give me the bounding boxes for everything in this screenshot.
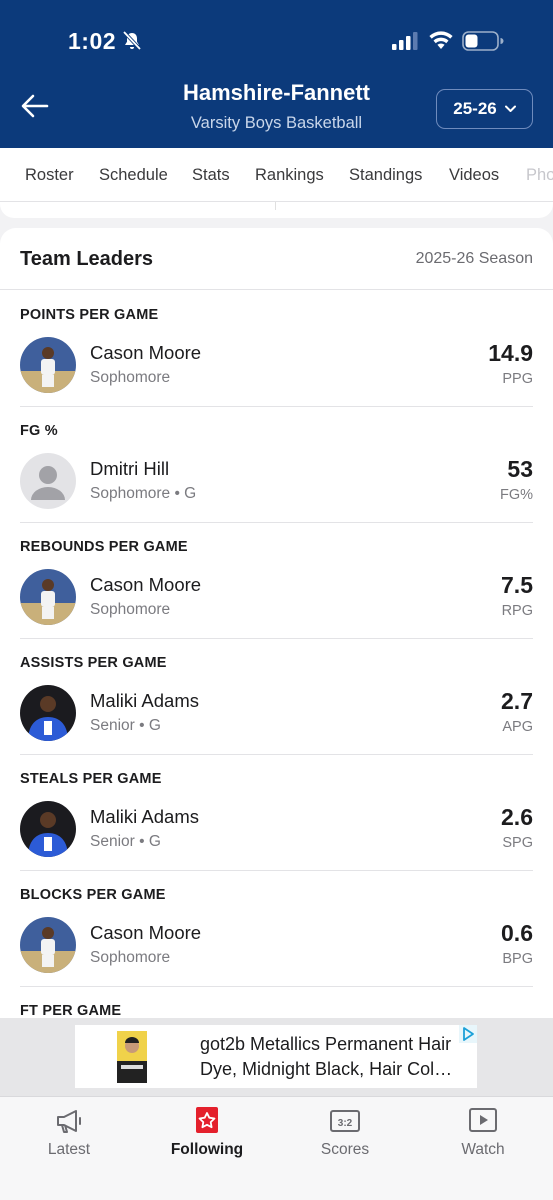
player-detail: Sophomore <box>90 369 171 386</box>
stat-value: 7.5 <box>501 572 533 598</box>
tab-schedule[interactable]: Schedule <box>99 166 168 185</box>
player-avatar <box>20 917 76 973</box>
ad-choices-icon[interactable] <box>459 1025 477 1043</box>
player-name: Maliki Adams <box>90 690 199 711</box>
chevron-down-icon <box>504 105 516 112</box>
leader-section-assists[interactable]: ASSISTS PER GAME Maliki Adams Senior • G… <box>20 639 533 755</box>
nav-latest-label: Latest <box>47 1141 91 1158</box>
nav-following[interactable]: Following <box>152 1105 262 1159</box>
tab-bar: Roster Schedule Stats Rankings Standings… <box>0 148 553 202</box>
tab-photos[interactable]: Pho <box>526 166 553 185</box>
nav-watch-label: Watch <box>461 1141 505 1158</box>
leader-section-steals[interactable]: STEALS PER GAME Maliki Adams Senior • G … <box>20 755 533 871</box>
leader-section-blocks[interactable]: BLOCKS PER GAME Cason Moore Sophomore 0.… <box>20 871 533 987</box>
tab-stats[interactable]: Stats <box>192 166 230 185</box>
card-title: Team Leaders <box>20 248 154 270</box>
status-time: 1:02 <box>68 28 117 54</box>
team-leaders-card: Team Leaders 2025-26 Season POINTS PER G… <box>0 228 553 1048</box>
star-icon <box>196 1107 218 1133</box>
stat-label: REBOUNDS PER GAME <box>20 539 188 555</box>
svg-text:3:2: 3:2 <box>338 1118 353 1129</box>
player-detail: Sophomore <box>90 601 171 618</box>
nav-scores[interactable]: 3:2 Scores <box>290 1105 400 1159</box>
scoreboard-icon: 3:2 <box>330 1110 360 1132</box>
previous-card-edge <box>0 202 553 218</box>
stat-label: FG % <box>20 423 58 439</box>
signal-icon <box>392 32 418 50</box>
stat-unit: BPG <box>502 951 533 967</box>
player-detail: Sophomore <box>90 949 171 966</box>
ad-product-image <box>117 1031 147 1083</box>
stat-label: POINTS PER GAME <box>20 307 159 323</box>
player-avatar <box>20 337 76 393</box>
stat-label: FT PER GAME <box>20 1003 122 1019</box>
stat-label: BLOCKS PER GAME <box>20 887 166 903</box>
bell-slash-icon <box>122 30 142 51</box>
stat-label: ASSISTS PER GAME <box>20 655 167 671</box>
tab-rankings[interactable]: Rankings <box>255 166 324 185</box>
player-name: Cason Moore <box>90 574 202 595</box>
player-detail: Sophomore • G <box>90 485 197 502</box>
wifi-icon <box>429 31 453 49</box>
play-icon <box>469 1108 497 1132</box>
stat-unit: APG <box>502 719 533 735</box>
stat-value: 0.6 <box>501 920 533 946</box>
default-avatar-icon <box>20 453 76 509</box>
player-name: Maliki Adams <box>90 806 199 827</box>
player-name: Cason Moore <box>90 342 202 363</box>
stat-unit: RPG <box>501 603 533 619</box>
nav-watch[interactable]: Watch <box>428 1105 538 1159</box>
player-name: Dmitri Hill <box>90 458 170 479</box>
app-header: 1:02 Hamshire-Fannett Varsity Boys Baske… <box>0 0 553 148</box>
tab-videos[interactable]: Videos <box>449 166 499 185</box>
nav-scores-label: Scores <box>320 1141 370 1158</box>
nav-following-label: Following <box>170 1141 244 1158</box>
player-detail: Senior • G <box>90 717 161 734</box>
stat-unit: SPG <box>502 835 533 851</box>
stat-unit: PPG <box>502 371 533 387</box>
player-detail: Senior • G <box>90 833 161 850</box>
player-avatar <box>20 801 76 857</box>
leader-section-fg[interactable]: FG % Dmitri Hill Sophomore • G 53 FG% <box>20 407 533 523</box>
player-name: Cason Moore <box>90 922 202 943</box>
tab-standings[interactable]: Standings <box>349 166 422 185</box>
ad-banner[interactable]: got2b Metallics Permanent Hair Dye, Midn… <box>75 1025 477 1088</box>
tab-roster[interactable]: Roster <box>25 166 74 185</box>
stat-label: STEALS PER GAME <box>20 771 162 787</box>
player-avatar <box>20 685 76 741</box>
bottom-nav: Latest Following 3:2 Scores Watch <box>0 1096 553 1200</box>
card-header: Team Leaders 2025-26 Season <box>0 228 553 290</box>
nav-latest[interactable]: Latest <box>14 1105 124 1159</box>
stat-value: 2.7 <box>501 688 533 714</box>
card-season: 2025-26 Season <box>415 250 533 267</box>
battery-icon <box>462 31 504 51</box>
megaphone-icon <box>57 1110 81 1133</box>
season-selector-label: 25-26 <box>453 99 497 118</box>
season-selector[interactable]: 25-26 <box>436 89 533 129</box>
stat-unit: FG% <box>499 487 533 503</box>
stat-value: 14.9 <box>488 340 533 366</box>
stat-value: 53 <box>507 456 533 482</box>
leader-section-points[interactable]: POINTS PER GAME Cason Moore Sophomore 14… <box>20 291 533 407</box>
player-avatar <box>20 569 76 625</box>
stat-value: 2.6 <box>501 804 533 830</box>
leader-section-rebounds[interactable]: REBOUNDS PER GAME Cason Moore Sophomore … <box>20 523 533 639</box>
status-bar: 1:02 <box>0 0 553 70</box>
ad-text: got2b Metallics Permanent Hair Dye, Midn… <box>200 1034 453 1079</box>
